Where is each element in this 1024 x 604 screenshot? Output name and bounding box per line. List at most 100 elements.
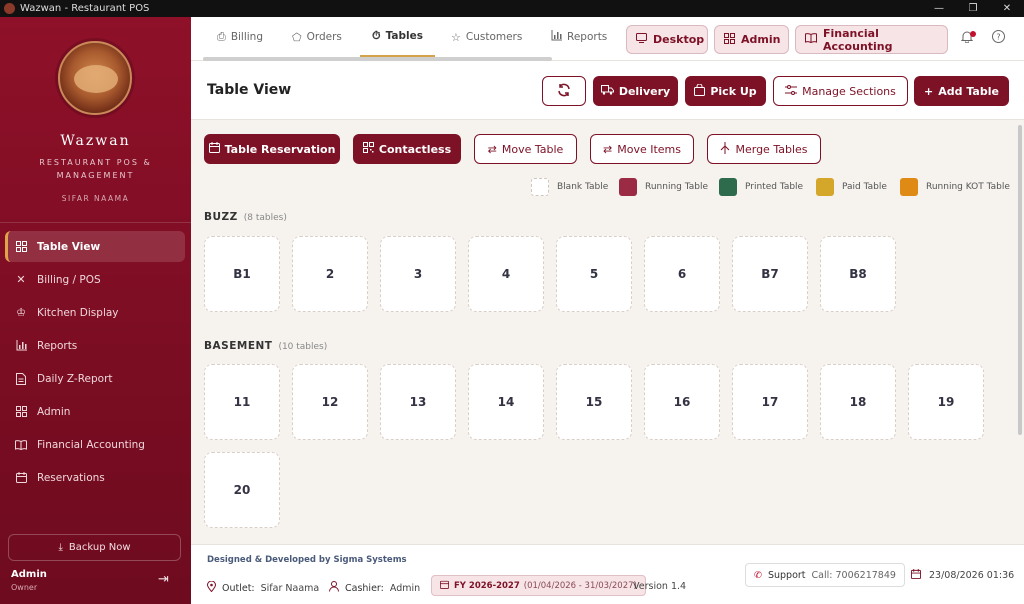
tab-label: Orders <box>306 31 342 43</box>
printer-icon: ⎙ <box>217 30 226 43</box>
move-table-button[interactable]: ⇄ Move Table <box>474 134 577 164</box>
legend-printed: Printed Table <box>719 178 803 196</box>
sidebar-item-table-view[interactable]: Table View <box>5 231 185 262</box>
legend-label: Running KOT Table <box>926 182 1010 192</box>
fiscal-year: FY 2026-2027 <box>454 580 520 591</box>
support-call: Call: 7006217849 <box>811 569 896 581</box>
tag-icon: ⬠ <box>292 30 302 44</box>
calendar-icon <box>15 472 27 484</box>
table-card[interactable]: B1 <box>204 236 280 312</box>
tab-label: Tables <box>385 30 423 42</box>
move-items-button[interactable]: ⇄ Move Items <box>590 134 694 164</box>
minimize-icon[interactable]: — <box>922 3 956 14</box>
fiscal-year-range: (01/04/2026 - 31/03/2027) <box>523 580 637 591</box>
sidebar-item-reports[interactable]: Reports <box>5 330 185 361</box>
tab-orders[interactable]: ⬠ Orders <box>292 17 342 57</box>
sidebar-item-label: Admin <box>37 405 71 418</box>
user-icon <box>329 581 339 595</box>
support-button[interactable]: ✆ Support Call: 7006217849 <box>745 563 905 587</box>
section-name: BASEMENT <box>204 340 273 352</box>
backup-button[interactable]: ⤓ Backup Now <box>8 534 181 561</box>
bar-chart-icon <box>15 340 27 352</box>
help-icon[interactable]: ? <box>992 30 1005 47</box>
sidebar-item-daily-z-report[interactable]: Daily Z-Report <box>5 363 185 394</box>
sidebar-item-billing[interactable]: ✕ Billing / POS <box>5 264 185 295</box>
datetime-text: 23/08/2026 01:36 <box>929 570 1015 581</box>
table-card[interactable]: 4 <box>468 236 544 312</box>
table-card[interactable]: 6 <box>644 236 720 312</box>
sidebar-item-admin[interactable]: Admin <box>5 396 185 427</box>
legend-swatch <box>531 178 549 196</box>
top-nav: ⎙ Billing ⬠ Orders ⏱ Tables ☆ Customers … <box>191 17 1024 61</box>
grid-icon <box>15 241 27 253</box>
restore-icon[interactable]: ❐ <box>956 3 990 14</box>
table-card[interactable]: 13 <box>380 364 456 440</box>
merge-tables-button[interactable]: Merge Tables <box>707 134 821 164</box>
monitor-icon <box>636 33 647 46</box>
grid-icon <box>724 32 735 47</box>
tab-tables[interactable]: ⏱ Tables <box>360 17 435 57</box>
table-card[interactable]: 17 <box>732 364 808 440</box>
sidebar: Wazwan RESTAURANT POS & MANAGEMENT SIFAR… <box>0 17 191 604</box>
table-card[interactable]: 15 <box>556 364 632 440</box>
logout-icon[interactable]: ⇥ <box>158 572 169 587</box>
manage-sections-button[interactable]: Manage Sections <box>773 76 908 106</box>
section-name: BUZZ <box>204 211 238 223</box>
delivery-button[interactable]: Delivery <box>593 76 678 106</box>
pill-label: Desktop <box>653 33 705 46</box>
window-titlebar: Wazwan - Restaurant POS — ❐ ✕ <box>0 0 1024 17</box>
table-card[interactable]: B8 <box>820 236 896 312</box>
merge-icon <box>720 141 730 157</box>
admin-button[interactable]: Admin <box>714 25 789 54</box>
legend-blank: Blank Table <box>531 178 608 196</box>
sidebar-item-label: Daily Z-Report <box>37 372 113 385</box>
table-card[interactable]: 16 <box>644 364 720 440</box>
sidebar-item-financial-accounting[interactable]: Financial Accounting <box>5 429 185 460</box>
table-card[interactable]: 11 <box>204 364 280 440</box>
table-card[interactable]: 12 <box>292 364 368 440</box>
timer-icon: ⏱ <box>372 29 381 42</box>
table-card[interactable]: 2 <box>292 236 368 312</box>
book-icon <box>15 439 27 451</box>
close-icon[interactable]: ✕ <box>990 3 1024 14</box>
table-card[interactable]: 20 <box>204 452 280 528</box>
footer-cashier: Cashier: Admin <box>329 581 420 595</box>
content-scrollbar[interactable] <box>1018 125 1022 435</box>
outlet-value: Sifar Naama <box>260 582 320 594</box>
table-card[interactable]: 18 <box>820 364 896 440</box>
outlet-label: Outlet: <box>222 582 255 594</box>
pickup-button[interactable]: Pick Up <box>685 76 766 106</box>
table-card[interactable]: 5 <box>556 236 632 312</box>
tab-reports[interactable]: Reports <box>551 17 607 57</box>
star-icon: ☆ <box>451 30 461 44</box>
user-name: Admin <box>11 569 47 580</box>
legend-label: Running Table <box>645 182 709 192</box>
sidebar-item-kitchen-display[interactable]: ♔ Kitchen Display <box>5 297 185 328</box>
financial-accounting-button[interactable]: Financial Accounting <box>795 25 948 54</box>
button-label: Table Reservation <box>224 142 336 156</box>
fiscal-year-badge: FY 2026-2027 (01/04/2026 - 31/03/2027) <box>431 575 646 596</box>
table-card[interactable]: 3 <box>380 236 456 312</box>
sidebar-item-reservations[interactable]: Reservations <box>5 462 185 493</box>
sidebar-nav: Table View ✕ Billing / POS ♔ Kitchen Dis… <box>5 231 185 495</box>
button-label: Manage Sections <box>802 84 896 98</box>
table-reservation-button[interactable]: Table Reservation <box>204 134 340 164</box>
add-table-button[interactable]: + Add Table <box>914 76 1009 106</box>
version-text: Version 1.4 <box>633 581 687 592</box>
refresh-button[interactable] <box>542 76 586 106</box>
pill-label: Financial Accounting <box>823 26 893 53</box>
button-label: Contactless <box>378 142 452 156</box>
contactless-button[interactable]: Contactless <box>353 134 461 164</box>
svg-text:?: ? <box>996 33 1000 42</box>
table-card[interactable]: B7 <box>732 236 808 312</box>
brand-logo <box>58 41 132 115</box>
tab-customers[interactable]: ☆ Customers <box>451 17 522 57</box>
table-card[interactable]: 19 <box>908 364 984 440</box>
desktop-button[interactable]: Desktop <box>626 25 708 54</box>
download-icon: ⤓ <box>58 542 63 553</box>
tab-billing[interactable]: ⎙ Billing <box>217 17 263 57</box>
table-card[interactable]: 14 <box>468 364 544 440</box>
app-icon <box>4 3 15 14</box>
bag-icon <box>694 83 706 99</box>
user-role: Owner <box>11 583 38 592</box>
